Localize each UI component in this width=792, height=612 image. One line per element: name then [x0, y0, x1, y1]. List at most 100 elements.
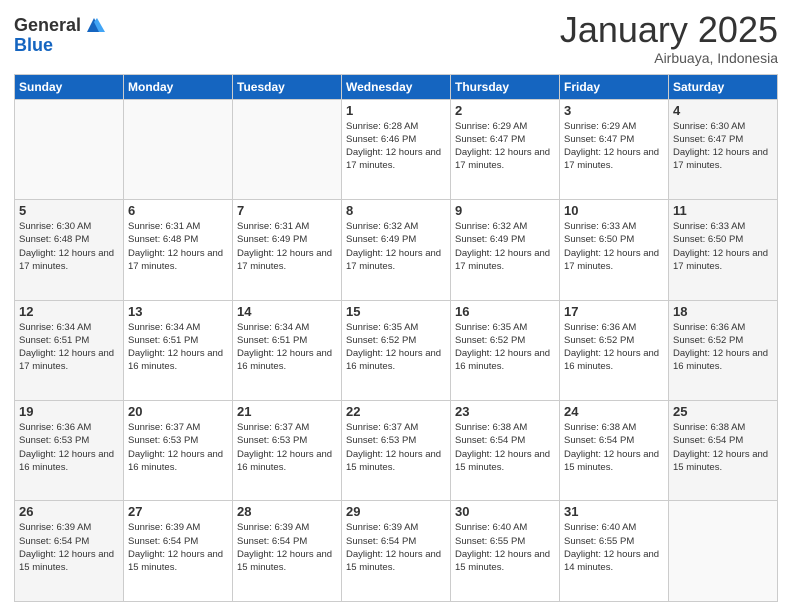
day-cell: [15, 99, 124, 199]
day-cell: 27 Sunrise: 6:39 AM Sunset: 6:54 PM Dayli…: [124, 501, 233, 602]
day-cell: 19Sunrise: 6:36 AM Sunset: 6:53 PM Dayli…: [15, 401, 124, 501]
day-number: 5: [19, 203, 119, 218]
month-title: January 2025: [560, 10, 778, 50]
day-number: 20: [128, 404, 228, 419]
day-info: Sunrise: 6:34 AM Sunset: 6:51 PM Dayligh…: [128, 321, 228, 374]
day-number: 14: [237, 304, 337, 319]
day-cell: 23 Sunrise: 6:38 AM Sunset: 6:54 PM Dayli…: [451, 401, 560, 501]
day-cell: 22Sunrise: 6:37 AM Sunset: 6:53 PM Dayli…: [342, 401, 451, 501]
th-tuesday: Tuesday: [233, 74, 342, 99]
day-number: 28: [237, 504, 337, 519]
day-info: Sunrise: 6:39 AM Sunset: 6:54 PM Dayligh…: [19, 521, 119, 574]
logo: General Blue: [14, 14, 105, 54]
day-cell: 6 Sunrise: 6:31 AM Sunset: 6:48 PM Daylig…: [124, 200, 233, 300]
day-info: Sunrise: 6:31 AM Sunset: 6:48 PM Dayligh…: [128, 220, 228, 273]
day-info: Sunrise: 6:35 AM Sunset: 6:52 PM Dayligh…: [455, 321, 555, 374]
day-number: 21: [237, 404, 337, 419]
day-cell: 30Sunrise: 6:40 AM Sunset: 6:55 PM Dayli…: [451, 501, 560, 602]
day-info: Sunrise: 6:38 AM Sunset: 6:54 PM Dayligh…: [673, 421, 773, 474]
th-friday: Friday: [560, 74, 669, 99]
day-cell: 18 Sunrise: 6:36 AM Sunset: 6:52 PM Dayli…: [669, 300, 778, 400]
day-info: Sunrise: 6:36 AM Sunset: 6:53 PM Dayligh…: [19, 421, 119, 474]
header: General Blue January 2025 Airbuaya, Indo…: [14, 10, 778, 66]
day-number: 16: [455, 304, 555, 319]
day-number: 27: [128, 504, 228, 519]
day-cell: 2 Sunrise: 6:29 AM Sunset: 6:47 PM Daylig…: [451, 99, 560, 199]
day-info: Sunrise: 6:30 AM Sunset: 6:48 PM Dayligh…: [19, 220, 119, 273]
day-info: Sunrise: 6:33 AM Sunset: 6:50 PM Dayligh…: [564, 220, 664, 273]
logo-blue: Blue: [14, 36, 105, 54]
week-row-4: 26 Sunrise: 6:39 AM Sunset: 6:54 PM Dayli…: [15, 501, 778, 602]
day-cell: 29Sunrise: 6:39 AM Sunset: 6:54 PM Dayli…: [342, 501, 451, 602]
day-number: 2: [455, 103, 555, 118]
day-number: 9: [455, 203, 555, 218]
day-cell: 5 Sunrise: 6:30 AM Sunset: 6:48 PM Daylig…: [15, 200, 124, 300]
day-number: 13: [128, 304, 228, 319]
th-monday: Monday: [124, 74, 233, 99]
day-cell: 21Sunrise: 6:37 AM Sunset: 6:53 PM Dayli…: [233, 401, 342, 501]
logo-icon: [83, 14, 105, 36]
day-cell: [233, 99, 342, 199]
day-cell: 14Sunrise: 6:34 AM Sunset: 6:51 PM Dayli…: [233, 300, 342, 400]
day-info: Sunrise: 6:37 AM Sunset: 6:53 PM Dayligh…: [346, 421, 446, 474]
day-cell: 9 Sunrise: 6:32 AM Sunset: 6:49 PM Daylig…: [451, 200, 560, 300]
day-info: Sunrise: 6:36 AM Sunset: 6:52 PM Dayligh…: [673, 321, 773, 374]
day-info: Sunrise: 6:33 AM Sunset: 6:50 PM Dayligh…: [673, 220, 773, 273]
week-row-1: 5 Sunrise: 6:30 AM Sunset: 6:48 PM Daylig…: [15, 200, 778, 300]
day-info: Sunrise: 6:32 AM Sunset: 6:49 PM Dayligh…: [346, 220, 446, 273]
day-number: 15: [346, 304, 446, 319]
day-info: Sunrise: 6:40 AM Sunset: 6:55 PM Dayligh…: [564, 521, 664, 574]
day-info: Sunrise: 6:36 AM Sunset: 6:52 PM Dayligh…: [564, 321, 664, 374]
day-number: 24: [564, 404, 664, 419]
th-saturday: Saturday: [669, 74, 778, 99]
day-cell: 13 Sunrise: 6:34 AM Sunset: 6:51 PM Dayli…: [124, 300, 233, 400]
day-cell: 26 Sunrise: 6:39 AM Sunset: 6:54 PM Dayli…: [15, 501, 124, 602]
week-row-3: 19Sunrise: 6:36 AM Sunset: 6:53 PM Dayli…: [15, 401, 778, 501]
day-cell: [124, 99, 233, 199]
day-number: 8: [346, 203, 446, 218]
day-cell: 17 Sunrise: 6:36 AM Sunset: 6:52 PM Dayli…: [560, 300, 669, 400]
day-cell: 15 Sunrise: 6:35 AM Sunset: 6:52 PM Dayli…: [342, 300, 451, 400]
day-info: Sunrise: 6:28 AM Sunset: 6:46 PM Dayligh…: [346, 120, 446, 173]
day-cell: [669, 501, 778, 602]
day-number: 17: [564, 304, 664, 319]
day-info: Sunrise: 6:29 AM Sunset: 6:47 PM Dayligh…: [455, 120, 555, 173]
day-info: Sunrise: 6:38 AM Sunset: 6:54 PM Dayligh…: [455, 421, 555, 474]
day-number: 10: [564, 203, 664, 218]
th-thursday: Thursday: [451, 74, 560, 99]
day-number: 7: [237, 203, 337, 218]
day-cell: 7 Sunrise: 6:31 AM Sunset: 6:49 PM Daylig…: [233, 200, 342, 300]
day-number: 25: [673, 404, 773, 419]
th-wednesday: Wednesday: [342, 74, 451, 99]
th-sunday: Sunday: [15, 74, 124, 99]
day-number: 31: [564, 504, 664, 519]
day-cell: 20 Sunrise: 6:37 AM Sunset: 6:53 PM Dayli…: [124, 401, 233, 501]
day-info: Sunrise: 6:37 AM Sunset: 6:53 PM Dayligh…: [128, 421, 228, 474]
week-row-2: 12Sunrise: 6:34 AM Sunset: 6:51 PM Dayli…: [15, 300, 778, 400]
day-number: 11: [673, 203, 773, 218]
day-info: Sunrise: 6:35 AM Sunset: 6:52 PM Dayligh…: [346, 321, 446, 374]
day-info: Sunrise: 6:39 AM Sunset: 6:54 PM Dayligh…: [128, 521, 228, 574]
location: Airbuaya, Indonesia: [560, 50, 778, 66]
day-info: Sunrise: 6:31 AM Sunset: 6:49 PM Dayligh…: [237, 220, 337, 273]
calendar-table: Sunday Monday Tuesday Wednesday Thursday…: [14, 74, 778, 602]
day-info: Sunrise: 6:34 AM Sunset: 6:51 PM Dayligh…: [19, 321, 119, 374]
day-number: 26: [19, 504, 119, 519]
day-cell: 3Sunrise: 6:29 AM Sunset: 6:47 PM Daylig…: [560, 99, 669, 199]
day-cell: 28Sunrise: 6:39 AM Sunset: 6:54 PM Dayli…: [233, 501, 342, 602]
title-area: January 2025 Airbuaya, Indonesia: [560, 10, 778, 66]
day-info: Sunrise: 6:29 AM Sunset: 6:47 PM Dayligh…: [564, 120, 664, 173]
day-cell: 11 Sunrise: 6:33 AM Sunset: 6:50 PM Dayli…: [669, 200, 778, 300]
day-cell: 31 Sunrise: 6:40 AM Sunset: 6:55 PM Dayli…: [560, 501, 669, 602]
day-cell: 10 Sunrise: 6:33 AM Sunset: 6:50 PM Dayli…: [560, 200, 669, 300]
day-number: 18: [673, 304, 773, 319]
day-info: Sunrise: 6:32 AM Sunset: 6:49 PM Dayligh…: [455, 220, 555, 273]
logo-general: General: [14, 16, 81, 34]
day-number: 23: [455, 404, 555, 419]
day-number: 1: [346, 103, 446, 118]
header-row: Sunday Monday Tuesday Wednesday Thursday…: [15, 74, 778, 99]
day-cell: 4Sunrise: 6:30 AM Sunset: 6:47 PM Daylig…: [669, 99, 778, 199]
day-number: 6: [128, 203, 228, 218]
day-cell: 25 Sunrise: 6:38 AM Sunset: 6:54 PM Dayli…: [669, 401, 778, 501]
day-cell: 8 Sunrise: 6:32 AM Sunset: 6:49 PM Daylig…: [342, 200, 451, 300]
